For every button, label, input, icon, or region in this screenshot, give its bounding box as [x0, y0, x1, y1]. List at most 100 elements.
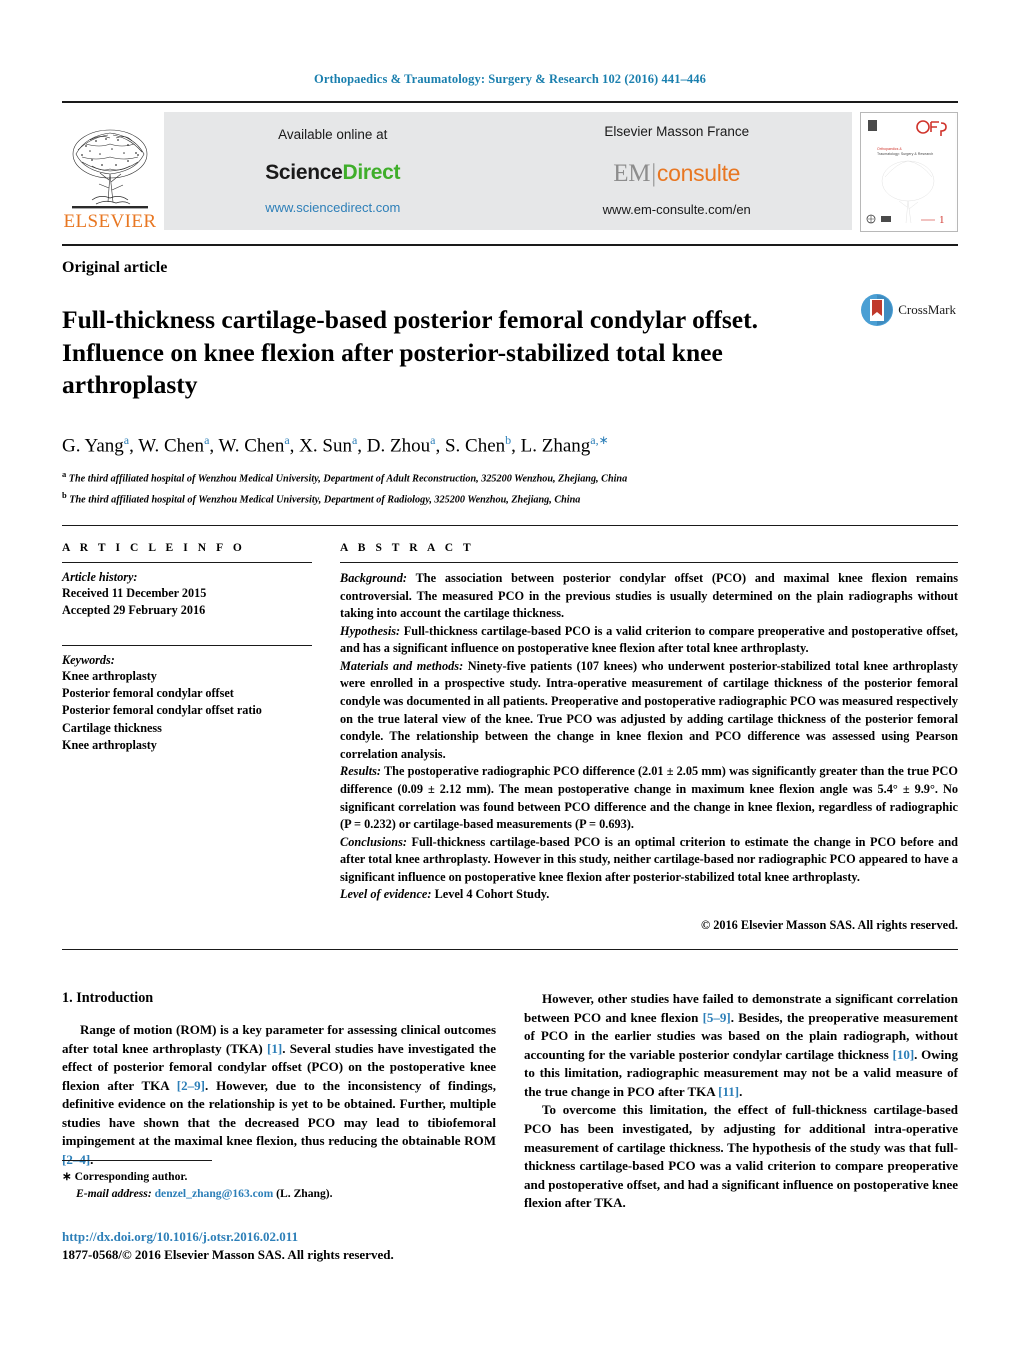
- corresponding-author-text: Corresponding author.: [74, 1170, 188, 1183]
- email-owner: (L. Zhang).: [276, 1186, 333, 1200]
- keywords-rule: [62, 644, 312, 646]
- svg-text:1: 1: [939, 214, 945, 226]
- masson-france-label: Elsevier Masson France: [604, 124, 750, 140]
- email-label: E-mail address:: [76, 1186, 152, 1200]
- abstract-section-text: Full-thickness cartilage-based PCO is an…: [340, 834, 958, 884]
- abstract-section-label: Conclusions:: [340, 834, 407, 849]
- journal-running-head: Orthopaedics & Traumatology: Surgery & R…: [314, 72, 706, 86]
- article-info-rule: [62, 562, 312, 564]
- sciencedirect-url[interactable]: www.sciencedirect.com: [265, 198, 400, 218]
- elsevier-tree-icon: [72, 129, 148, 209]
- body-right-column: However, other studies have failed to de…: [524, 990, 958, 1213]
- keyword-item: Knee arthroplasty: [62, 737, 157, 752]
- abstract-section: Hypothesis: Full-thickness cartilage-bas…: [340, 623, 958, 658]
- page-footer: http://dx.doi.org/10.1016/j.otsr.2016.02…: [62, 1228, 394, 1264]
- abstract-section: Background: The association between post…: [340, 570, 958, 623]
- abstract-section: Level of evidence: Level 4 Cohort Study.: [340, 886, 958, 904]
- abstract-column: A B S T R A C T Background: The associat…: [340, 542, 958, 933]
- affiliation-b-marker: b: [62, 489, 67, 500]
- abstract-section-label: Hypothesis:: [340, 623, 401, 638]
- abstract-section-label: Materials and methods:: [340, 658, 464, 673]
- corresponding-author-footnote: ∗ Corresponding author. E-mail address: …: [62, 1160, 492, 1203]
- footnote-rule: [62, 1160, 212, 1161]
- accepted-date: Accepted 29 February 2016: [62, 603, 206, 618]
- reference-link[interactable]: [2–9]: [177, 1078, 205, 1093]
- abstract-section-text: Level 4 Cohort Study.: [434, 887, 550, 902]
- email-address-link[interactable]: denzel_zhang@163.com: [155, 1187, 274, 1200]
- em-prefix: EM: [613, 159, 651, 187]
- keywords-label: Keywords:: [62, 652, 115, 667]
- section-heading-introduction: 1. Introduction: [62, 990, 154, 1006]
- sciencedirect-wordmark: ScienceDirect: [265, 157, 400, 189]
- title-row: Full-thickness cartilage-based posterior…: [62, 287, 958, 419]
- reference-link[interactable]: [10]: [893, 1047, 915, 1062]
- reference-link[interactable]: [1]: [267, 1041, 282, 1056]
- journal-cover-art: Orthopaedics & Traumatology: Surgery & R…: [861, 113, 955, 231]
- reference-link[interactable]: [11]: [718, 1084, 739, 1099]
- affiliation-a-text: The third affiliated hospital of Wenzhou…: [68, 473, 628, 485]
- masthead-banner: ELSEVIER Available online at ScienceDire…: [62, 101, 958, 232]
- em-divider: |: [651, 159, 656, 187]
- abstract-section-label: Level of evidence:: [340, 887, 432, 902]
- em-suffix: consulte: [656, 159, 741, 186]
- abstract-section: Materials and methods: Ninety-five patie…: [340, 658, 958, 763]
- abstract-section-text: Full-thickness cartilage-based PCO is a …: [340, 623, 958, 656]
- reference-link[interactable]: [5–9]: [703, 1010, 731, 1025]
- keyword-item: Cartilage thickness: [62, 720, 162, 735]
- abstract-section-text: The postoperative radiographic PCO diffe…: [340, 764, 958, 832]
- affiliation-a: a The third affiliated hospital of Wenzh…: [62, 468, 958, 486]
- article-page: Orthopaedics & Traumatology: Surgery & R…: [0, 0, 1020, 1351]
- keyword-item: Posterior femoral condylar offset ratio: [62, 703, 262, 718]
- svg-text:Orthopaedics &: Orthopaedics &: [877, 147, 902, 151]
- keyword-item: Knee arthroplasty: [62, 668, 157, 683]
- abstract-section-text: The association between posterior condyl…: [340, 571, 958, 621]
- emconsulte-block: Elsevier Masson France EM|consulte www.e…: [603, 122, 751, 219]
- info-abstract-region: A R T I C L E I N F O Article history: R…: [62, 542, 958, 933]
- available-online-label: Available online at: [278, 126, 388, 142]
- email-line: E-mail address: denzel_zhang@163.com (L.…: [62, 1186, 492, 1203]
- doi-link[interactable]: http://dx.doi.org/10.1016/j.otsr.2016.02…: [62, 1228, 394, 1246]
- issn-copyright-line: 1877-0568/© 2016 Elsevier Masson SAS. Al…: [62, 1247, 394, 1263]
- article-history-label: Article history:: [62, 570, 138, 585]
- crossmark-icon: [861, 294, 894, 326]
- emconsulte-wordmark: EM|consulte: [603, 155, 751, 193]
- title-divider-rule: [62, 244, 958, 246]
- elsevier-logo: ELSEVIER: [62, 112, 158, 232]
- abstract-rule: [340, 562, 958, 564]
- body-paragraph: To overcome this limitation, the effect …: [524, 1102, 958, 1211]
- abstract-section-text: Ninety-five patients (107 knees) who und…: [340, 658, 959, 761]
- abstract-heading: A B S T R A C T: [340, 542, 475, 555]
- abstract-section-label: Results:: [340, 764, 381, 779]
- article-info-column: A R T I C L E I N F O Article history: R…: [62, 542, 312, 933]
- page-title: Full-thickness cartilage-based posterior…: [62, 305, 758, 400]
- affiliation-a-marker: a: [62, 469, 67, 480]
- banner-grey-box: Available online at ScienceDirect www.sc…: [164, 112, 852, 230]
- sciencedirect-block: Available online at ScienceDirect www.sc…: [265, 125, 400, 217]
- article-info-heading: A R T I C L E I N F O: [62, 542, 246, 555]
- elsevier-wordmark: ELSEVIER: [63, 211, 157, 232]
- abstract-copyright: © 2016 Elsevier Masson SAS. All rights r…: [700, 918, 958, 932]
- crossmark-badge[interactable]: CrossMark: [860, 293, 956, 327]
- keywords-block: Keywords: Knee arthroplasty Posterior fe…: [62, 627, 312, 755]
- abstract-section-label: Background:: [340, 571, 407, 586]
- abstract-bottom-rule: [62, 949, 958, 950]
- svg-text:Traumatology: Surgery & Resear: Traumatology: Surgery & Research: [877, 152, 933, 156]
- author-list: G. Yanga, W. Chena, W. Chena, X. Suna, D…: [62, 433, 609, 457]
- affiliation-b: b The third affiliated hospital of Wenzh…: [62, 489, 958, 507]
- sciencedirect-direct-part: Direct: [342, 161, 401, 185]
- corresponding-author-line: ∗ Corresponding author.: [62, 1169, 492, 1186]
- abstract-section: Conclusions: Full-thickness cartilage-ba…: [340, 834, 958, 887]
- sciencedirect-science-part: Science: [265, 161, 343, 185]
- abstract-section: Results: The postoperative radiographic …: [340, 763, 958, 833]
- body-paragraph: Range of motion (ROM) is a key parameter…: [62, 1022, 496, 1168]
- crossmark-label: CrossMark: [898, 302, 956, 317]
- journal-cover-thumbnail: Orthopaedics & Traumatology: Surgery & R…: [860, 112, 958, 232]
- info-divider-rule: [62, 525, 958, 527]
- corresponding-marker: ∗: [62, 1170, 72, 1183]
- body-paragraph: However, other studies have failed to de…: [524, 991, 958, 1099]
- received-date: Received 11 December 2015: [62, 586, 207, 601]
- affiliation-b-text: The third affiliated hospital of Wenzhou…: [69, 493, 581, 505]
- keyword-item: Posterior femoral condylar offset: [62, 686, 234, 700]
- emconsulte-url[interactable]: www.em-consulte.com/en: [603, 200, 751, 220]
- article-type-label: Original article: [62, 259, 168, 276]
